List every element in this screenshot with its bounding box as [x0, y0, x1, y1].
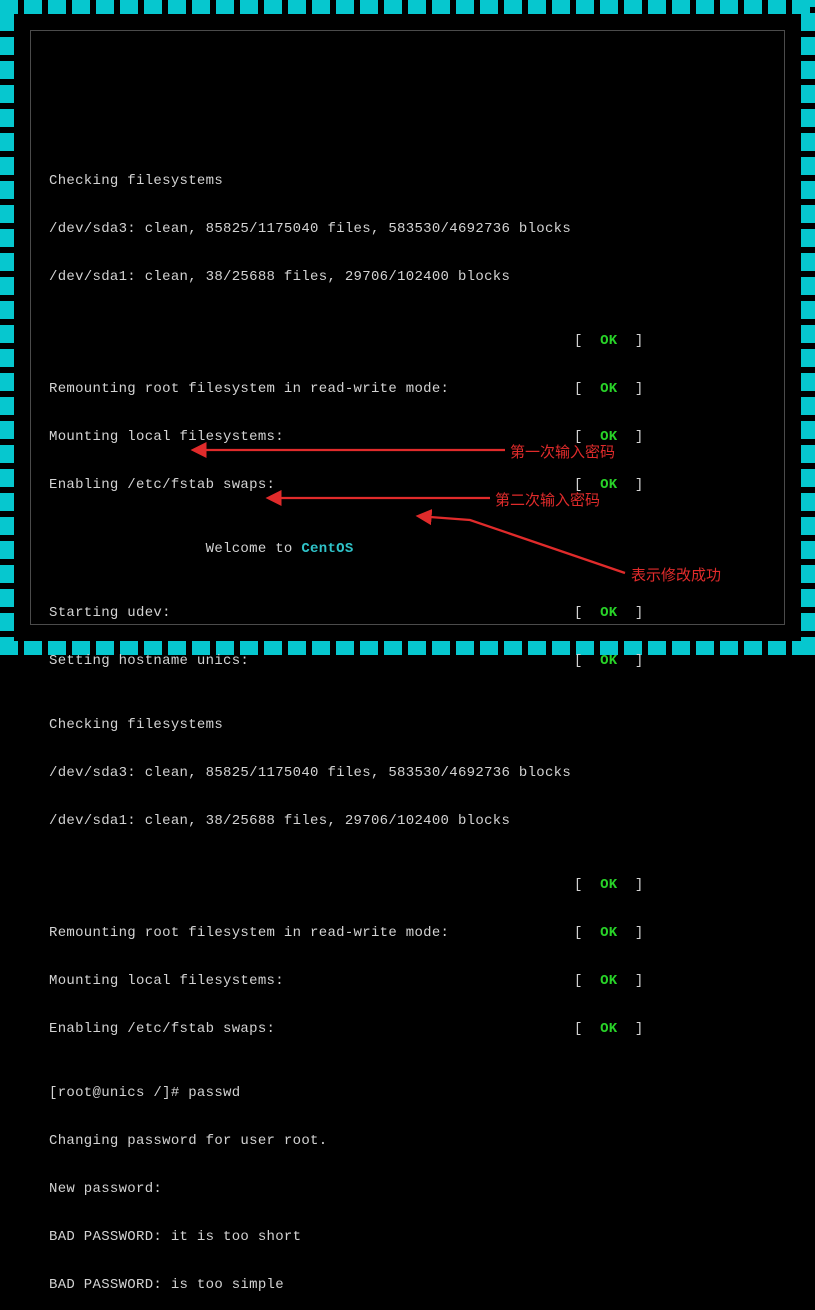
status-ok: [ OK ] — [574, 877, 644, 893]
status-ok: [ OK ] — [574, 381, 644, 397]
status-row: Remounting root filesystem in read-write… — [49, 381, 766, 397]
status-row: Mounting local filesystems: [ OK ] — [49, 973, 766, 989]
status-ok: [ OK ] — [574, 429, 644, 445]
status-row: Enabling /etc/fstab swaps: [ OK ] — [49, 1021, 766, 1037]
passwd-msg: Changing password for user root. — [49, 1133, 766, 1149]
status-row: Starting udev: [ OK ] — [49, 605, 766, 621]
status-row: [ OK ] — [49, 877, 766, 893]
boot-line: Checking filesystems — [49, 173, 766, 189]
status-row: Remounting root filesystem in read-write… — [49, 925, 766, 941]
boot-line: /dev/sda3: clean, 85825/1175040 files, 5… — [49, 221, 766, 237]
welcome-line: Welcome to CentOS — [49, 541, 766, 557]
boot-line: /dev/sda1: clean, 38/25688 files, 29706/… — [49, 813, 766, 829]
status-ok: [ OK ] — [574, 973, 644, 989]
new-password-prompt: New password: — [49, 1181, 766, 1197]
terminal-window[interactable]: Checking filesystems /dev/sda3: clean, 8… — [30, 30, 785, 625]
status-row: [ OK ] — [49, 333, 766, 349]
status-ok: [ OK ] — [574, 477, 644, 493]
bad-password-1: BAD PASSWORD: it is too short — [49, 1229, 766, 1245]
status-ok: [ OK ] — [574, 653, 644, 669]
status-ok: [ OK ] — [574, 1021, 644, 1037]
boot-line: /dev/sda3: clean, 85825/1175040 files, 5… — [49, 765, 766, 781]
boot-line: Checking filesystems — [49, 717, 766, 733]
os-name: CentOS — [301, 541, 353, 557]
status-ok: [ OK ] — [574, 333, 644, 349]
status-row: Mounting local filesystems: [ OK ] — [49, 429, 766, 445]
status-ok: [ OK ] — [574, 605, 644, 621]
shell-prompt: [root@unics /]# passwd — [49, 1085, 766, 1101]
status-row: Setting hostname unics: [ OK ] — [49, 653, 766, 669]
status-row: Enabling /etc/fstab swaps: [ OK ] — [49, 477, 766, 493]
status-ok: [ OK ] — [574, 925, 644, 941]
boot-line: /dev/sda1: clean, 38/25688 files, 29706/… — [49, 269, 766, 285]
bad-password-2: BAD PASSWORD: is too simple — [49, 1277, 766, 1293]
